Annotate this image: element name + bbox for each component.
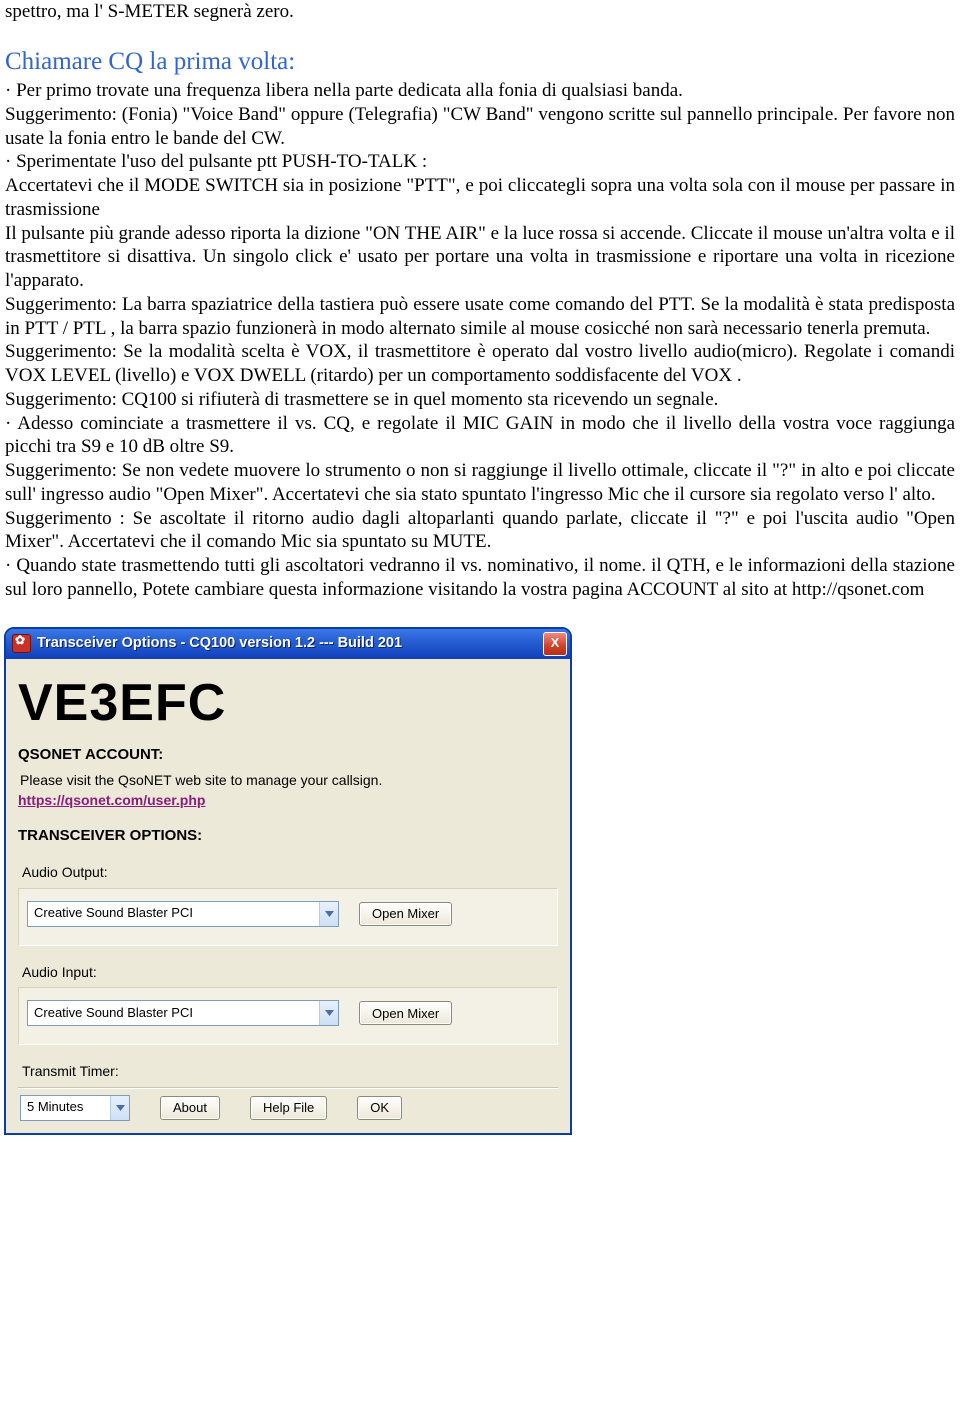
options-heading: TRANSCEIVER OPTIONS: bbox=[18, 827, 558, 846]
open-mixer-output-button[interactable]: Open Mixer bbox=[359, 902, 452, 926]
bottom-row: 5 Minutes About Help File OK bbox=[18, 1095, 558, 1121]
audio-input-select[interactable]: Creative Sound Blaster PCI bbox=[27, 1000, 339, 1026]
titlebar: Transceiver Options - CQ100 version 1.2 … bbox=[6, 629, 570, 659]
transmit-timer-label: Transmit Timer: bbox=[22, 1063, 558, 1081]
about-button[interactable]: About bbox=[160, 1096, 220, 1120]
chevron-down-icon bbox=[319, 902, 338, 926]
intro-line: spettro, ma l' S-METER segnerà zero. bbox=[5, 0, 955, 24]
audio-input-label: Audio Input: bbox=[22, 964, 558, 982]
dialog-screenshot: Transceiver Options - CQ100 version 1.2 … bbox=[0, 627, 960, 1135]
close-button[interactable]: X bbox=[543, 632, 567, 656]
audio-output-label: Audio Output: bbox=[22, 864, 558, 882]
dialog-body: VE3EFC QSONET ACCOUNT: Please visit the … bbox=[6, 659, 570, 1133]
options-dialog: Transceiver Options - CQ100 version 1.2 … bbox=[4, 627, 572, 1135]
chevron-down-icon bbox=[319, 1001, 338, 1025]
transmit-timer-select[interactable]: 5 Minutes bbox=[20, 1095, 130, 1121]
divider bbox=[18, 1087, 558, 1089]
help-button[interactable]: Help File bbox=[250, 1096, 327, 1120]
body-text: · Per primo trovate una frequenza libera… bbox=[5, 79, 955, 602]
account-text: Please visit the QsoNET web site to mana… bbox=[20, 772, 558, 790]
audio-input-value: Creative Sound Blaster PCI bbox=[28, 1005, 319, 1021]
audio-input-group: Creative Sound Blaster PCI Open Mixer bbox=[18, 987, 558, 1045]
ok-button[interactable]: OK bbox=[357, 1096, 402, 1120]
chevron-down-icon bbox=[110, 1096, 129, 1120]
callsign: VE3EFC bbox=[18, 671, 558, 736]
open-mixer-input-button[interactable]: Open Mixer bbox=[359, 1001, 452, 1025]
audio-output-select[interactable]: Creative Sound Blaster PCI bbox=[27, 901, 339, 927]
section-heading: Chiamare CQ la prima volta: bbox=[5, 46, 955, 77]
document-body: spettro, ma l' S-METER segnerà zero. Chi… bbox=[0, 0, 960, 627]
app-icon bbox=[12, 634, 31, 653]
transmit-timer-value: 5 Minutes bbox=[21, 1099, 110, 1115]
account-heading: QSONET ACCOUNT: bbox=[18, 746, 558, 765]
audio-output-value: Creative Sound Blaster PCI bbox=[28, 905, 319, 921]
account-link[interactable]: https://qsonet.com/user.php bbox=[18, 792, 205, 808]
audio-output-group: Creative Sound Blaster PCI Open Mixer bbox=[18, 888, 558, 946]
window-title: Transceiver Options - CQ100 version 1.2 … bbox=[37, 634, 543, 652]
